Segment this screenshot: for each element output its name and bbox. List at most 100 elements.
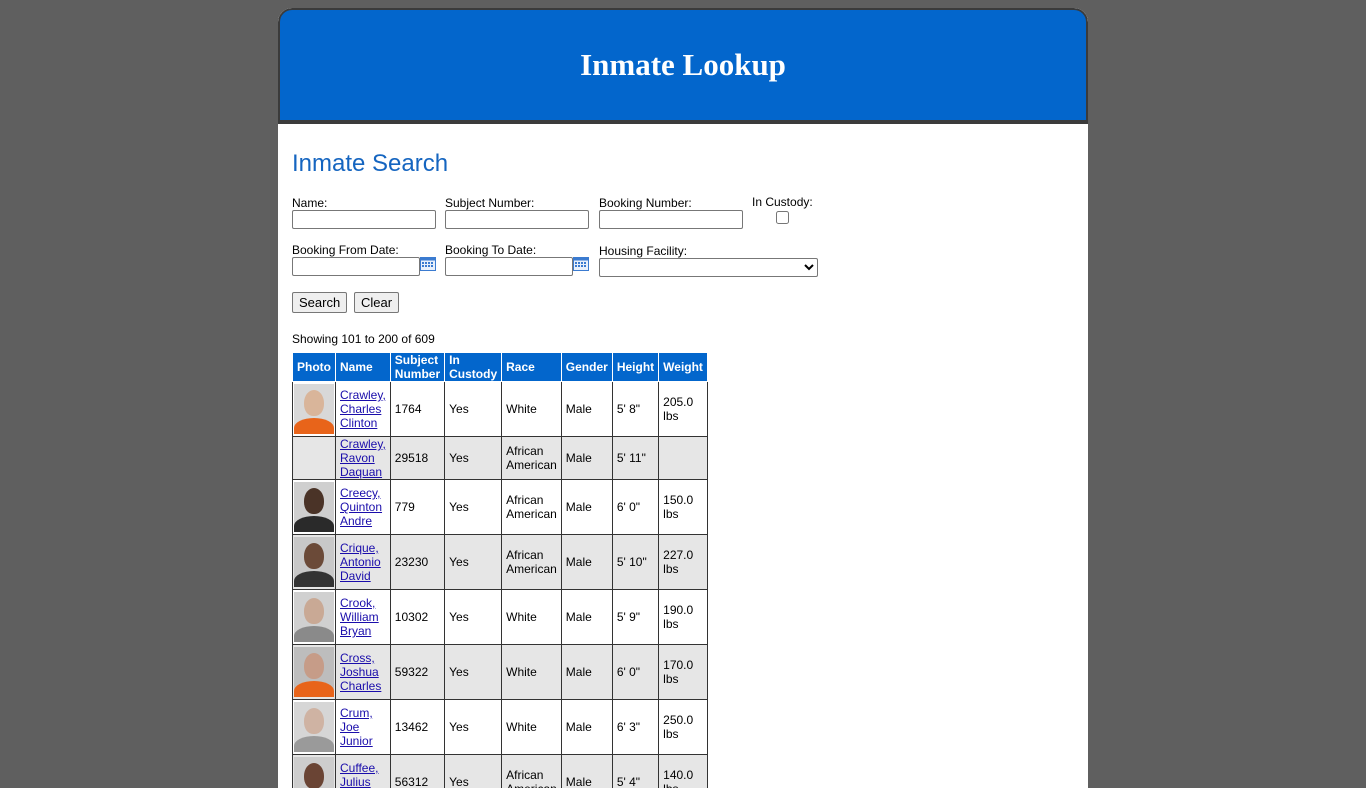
column-header[interactable]: Subject Number	[390, 353, 444, 382]
column-header[interactable]: Photo	[293, 353, 336, 382]
search-heading: Inmate Search	[292, 150, 1074, 178]
name-cell: Creecy, Quinton Andre	[336, 480, 391, 535]
mugshot-image[interactable]	[294, 757, 334, 788]
booking-to-date-label: Booking To Date:	[445, 243, 589, 257]
housing-facility-label: Housing Facility:	[599, 244, 818, 258]
in-custody-label: In Custody:	[752, 195, 813, 209]
calendar-icon[interactable]	[420, 257, 436, 271]
height-cell: 5' 11"	[612, 437, 658, 480]
column-header[interactable]: Height	[612, 353, 658, 382]
name-field-group: Name:	[292, 196, 436, 229]
inmate-name-link[interactable]: Crawley, Ravon Daquan	[340, 437, 386, 479]
results-body: Crawley, Charles Clinton1764YesWhiteMale…	[293, 382, 708, 788]
weight-cell: 140.0 lbs	[659, 755, 708, 788]
subject-number-label: Subject Number:	[445, 196, 589, 210]
height-cell: 5' 10"	[612, 535, 658, 590]
weight-cell	[659, 437, 708, 480]
inmate-name-link[interactable]: Cross, Joshua Charles	[340, 651, 381, 693]
mugshot-image[interactable]	[294, 537, 334, 587]
weight-cell: 170.0 lbs	[659, 645, 708, 700]
subject-number-cell: 29518	[390, 437, 444, 480]
subject-number-cell: 779	[390, 480, 444, 535]
subject-field-group: Subject Number:	[445, 196, 589, 229]
in-custody-checkbox[interactable]	[776, 211, 789, 224]
housing-facility-select[interactable]	[599, 258, 818, 277]
name-input[interactable]	[292, 210, 436, 229]
in-custody-cell: Yes	[445, 480, 502, 535]
height-cell: 6' 3"	[612, 700, 658, 755]
height-cell: 6' 0"	[612, 480, 658, 535]
in-custody-cell: Yes	[445, 590, 502, 645]
mugshot-image[interactable]	[294, 592, 334, 642]
table-row: Creecy, Quinton Andre779YesAfrican Ameri…	[293, 480, 708, 535]
header-divider	[278, 121, 1088, 124]
weight-cell: 150.0 lbs	[659, 480, 708, 535]
photo-cell	[293, 437, 336, 480]
name-cell: Crook, William Bryan	[336, 590, 391, 645]
name-cell: Cross, Joshua Charles	[336, 645, 391, 700]
column-header[interactable]: Weight	[659, 353, 708, 382]
booking-number-label: Booking Number:	[599, 196, 743, 210]
race-cell: African American	[502, 755, 562, 788]
inmate-name-link[interactable]: Crawley, Charles Clinton	[340, 388, 386, 430]
clear-button[interactable]: Clear	[354, 292, 399, 313]
search-form: Name: Subject Number: Booking Number: In…	[292, 196, 1074, 336]
in-custody-cell: Yes	[445, 700, 502, 755]
name-cell: Crum, Joe Junior	[336, 700, 391, 755]
gender-cell: Male	[561, 382, 612, 437]
race-cell: White	[502, 700, 562, 755]
inmate-name-link[interactable]: Crique, Antonio David	[340, 541, 381, 583]
booking-to-date-input[interactable]	[445, 257, 573, 276]
booking-field-group: Booking Number:	[599, 196, 743, 229]
search-button[interactable]: Search	[292, 292, 347, 313]
column-header[interactable]: In Custody	[445, 353, 502, 382]
gender-cell: Male	[561, 590, 612, 645]
gender-cell: Male	[561, 480, 612, 535]
subject-number-cell: 10302	[390, 590, 444, 645]
photo-cell	[293, 480, 336, 535]
mugshot-image[interactable]	[294, 702, 334, 752]
photo-cell	[293, 755, 336, 788]
weight-cell: 250.0 lbs	[659, 700, 708, 755]
table-header-row: Photo Name Subject Number In Custody Rac…	[293, 353, 708, 382]
gender-cell: Male	[561, 645, 612, 700]
booking-from-date-label: Booking From Date:	[292, 243, 436, 257]
weight-cell: 205.0 lbs	[659, 382, 708, 437]
race-cell: White	[502, 590, 562, 645]
subject-number-cell: 56312	[390, 755, 444, 788]
column-header[interactable]: Race	[502, 353, 562, 382]
to-date-field-group: Booking To Date:	[445, 243, 589, 276]
inmate-name-link[interactable]: Cuffee, Julius Sanclair	[340, 761, 383, 788]
race-cell: African American	[502, 535, 562, 590]
inmate-name-link[interactable]: Creecy, Quinton Andre	[340, 486, 382, 528]
calendar-icon[interactable]	[573, 257, 589, 271]
in-custody-cell: Yes	[445, 645, 502, 700]
results-table: Photo Name Subject Number In Custody Rac…	[292, 352, 708, 788]
inmate-name-link[interactable]: Crum, Joe Junior	[340, 706, 373, 748]
mugshot-image[interactable]	[294, 647, 334, 697]
height-cell: 5' 9"	[612, 590, 658, 645]
in-custody-cell: Yes	[445, 437, 502, 480]
table-row: Cross, Joshua Charles59322YesWhiteMale6'…	[293, 645, 708, 700]
main-content: Inmate Search Name: Subject Number: Book…	[278, 150, 1088, 336]
table-row: Crawley, Ravon Daquan29518YesAfrican Ame…	[293, 437, 708, 480]
inmate-name-link[interactable]: Crook, William Bryan	[340, 596, 379, 638]
race-cell: African American	[502, 480, 562, 535]
column-header[interactable]: Name	[336, 353, 391, 382]
column-header[interactable]: Gender	[561, 353, 612, 382]
photo-cell	[293, 590, 336, 645]
height-cell: 6' 0"	[612, 645, 658, 700]
mugshot-image[interactable]	[294, 482, 334, 532]
results-summary: Showing 101 to 200 of 609	[292, 332, 435, 346]
booking-from-date-input[interactable]	[292, 257, 420, 276]
photo-cell	[293, 382, 336, 437]
photo-cell	[293, 700, 336, 755]
table-row: Crique, Antonio David23230YesAfrican Ame…	[293, 535, 708, 590]
booking-number-input[interactable]	[599, 210, 743, 229]
header-banner: Inmate Lookup	[278, 8, 1088, 122]
subject-number-input[interactable]	[445, 210, 589, 229]
gender-cell: Male	[561, 700, 612, 755]
mugshot-image[interactable]	[294, 384, 334, 434]
photo-cell	[293, 645, 336, 700]
weight-cell: 227.0 lbs	[659, 535, 708, 590]
